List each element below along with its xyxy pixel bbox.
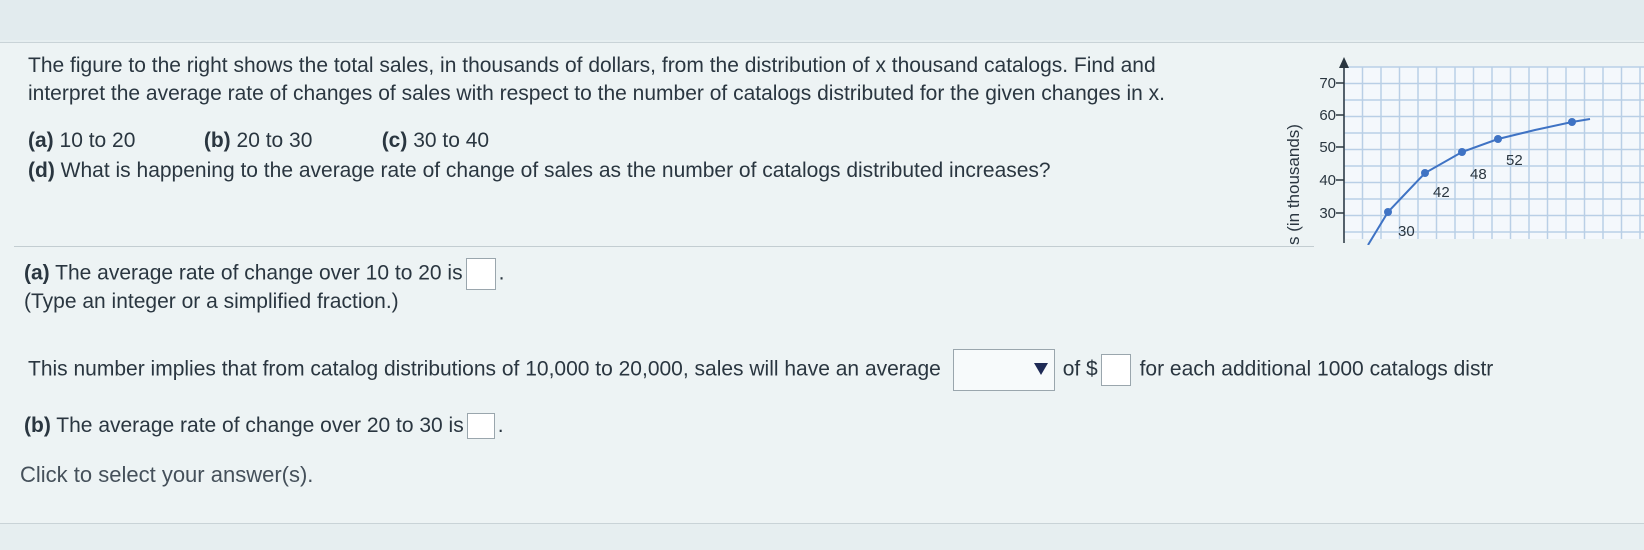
- top-band: [0, 0, 1644, 40]
- point-label: 30: [1398, 223, 1415, 240]
- answer-a-input[interactable]: [465, 258, 496, 290]
- part-c-tag: (c): [381, 129, 408, 152]
- part-d-tag: (d): [28, 159, 55, 182]
- point-label: 48: [1470, 166, 1487, 183]
- point-label: 42: [1433, 184, 1450, 201]
- curve-point: [1384, 208, 1392, 216]
- part-a-text: 10 to 20: [59, 129, 136, 152]
- question-line-2: interpret the average rate of changes of…: [28, 82, 1165, 105]
- answer-a-prefix: The average rate of change over 10 to 20…: [55, 261, 463, 285]
- point-label: 52: [1506, 152, 1523, 169]
- part-b-text: 20 to 30: [236, 129, 313, 152]
- implication-middle: of $: [1062, 357, 1098, 381]
- y-ticks: 30 40 50 60 70: [1319, 75, 1344, 222]
- sales-graph: 30 40 50 60 70 30 42 48 52: [1319, 57, 1644, 245]
- implication-line: This number implies that from catalog di…: [28, 349, 1493, 391]
- y-axis-arrow-icon: [1339, 57, 1349, 68]
- implication-suffix: for each additional 1000 catalogs distr: [1139, 357, 1494, 381]
- y-tick-label: 30: [1319, 205, 1336, 222]
- dollar-amount-input[interactable]: [1100, 354, 1131, 386]
- y-tick-label: 70: [1319, 75, 1336, 92]
- part-c: (c) 30 to 40: [382, 127, 489, 155]
- curve-point: [1568, 118, 1576, 126]
- part-b: (b) 20 to 30: [204, 127, 376, 155]
- answer-b-input[interactable]: [466, 413, 495, 440]
- question-parts: (a) 10 to 20 (b) 20 to 30 (c) 30 to 40: [28, 127, 489, 155]
- answer-b-line: (b) The average rate of change over 20 t…: [24, 412, 504, 440]
- y-axis-label: s (in thousands): [1284, 124, 1303, 245]
- answer-b-prefix: The average rate of change over 20 to 30…: [56, 414, 464, 437]
- curve-point: [1494, 135, 1502, 143]
- part-d-text: What is happening to the average rate of…: [60, 159, 1051, 182]
- chevron-down-icon: [1033, 363, 1048, 375]
- answer-a-line: (a) The average rate of change over 10 t…: [24, 258, 504, 290]
- answer-a-hint: (Type an integer or a simplified fractio…: [24, 290, 399, 313]
- part-d: (d) What is happening to the average rat…: [28, 157, 1051, 185]
- click-to-select-hint: Click to select your answer(s).: [20, 462, 314, 487]
- answer-a-suffix: .: [498, 261, 505, 285]
- part-a: (a) 10 to 20: [28, 127, 198, 155]
- curve-point: [1421, 169, 1429, 177]
- question-line-1: The figure to the right shows the total …: [28, 54, 1156, 77]
- rate-direction-dropdown[interactable]: [952, 349, 1055, 391]
- y-tick-label: 60: [1319, 107, 1336, 124]
- part-b-tag: (b): [203, 129, 231, 152]
- curve-point: [1458, 148, 1466, 156]
- answer-b-suffix: .: [497, 414, 504, 437]
- y-tick-label: 50: [1319, 139, 1336, 156]
- part-a-tag: (a): [28, 129, 54, 152]
- question-text: The figure to the right shows the total …: [28, 52, 1278, 108]
- part-c-text: 30 to 40: [413, 129, 490, 152]
- y-tick-label: 40: [1319, 172, 1336, 189]
- implication-prefix: This number implies that from catalog di…: [28, 357, 941, 381]
- answer-b-tag: (b): [24, 414, 51, 437]
- divider: [14, 246, 1314, 247]
- answer-a-tag: (a): [24, 261, 50, 285]
